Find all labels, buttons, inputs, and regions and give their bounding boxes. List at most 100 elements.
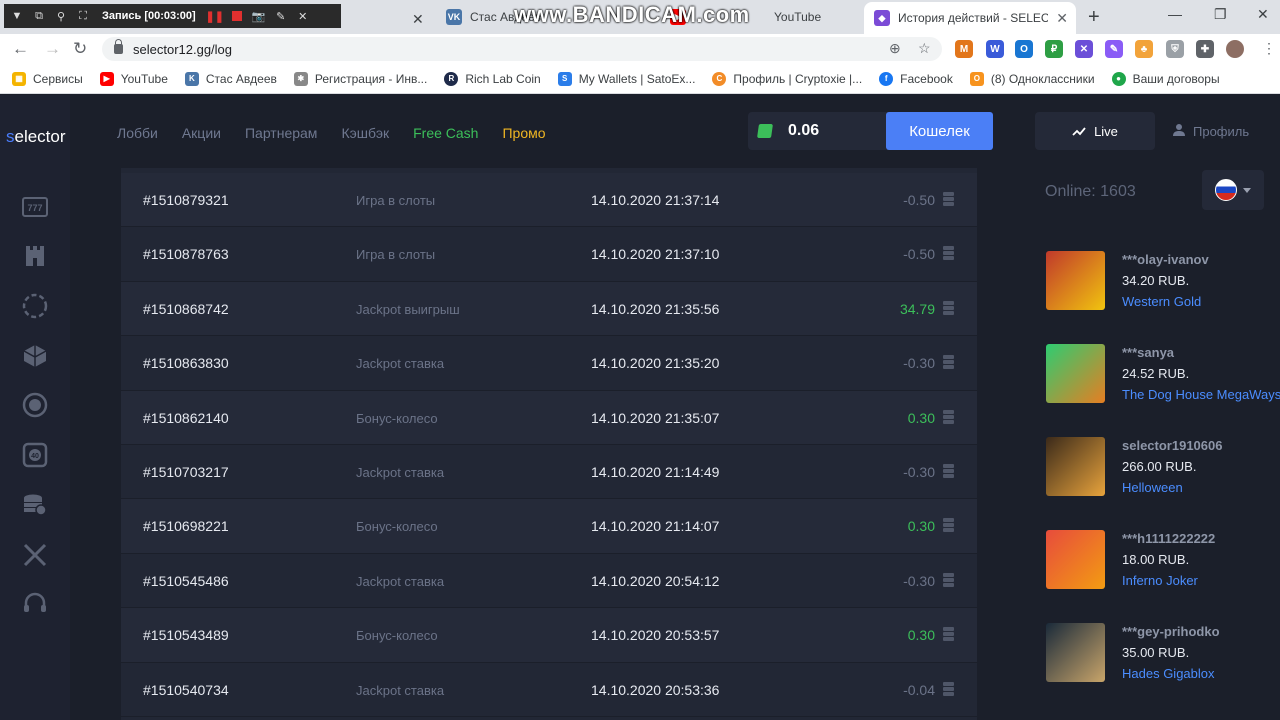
win-game-link[interactable]: Hades Gigablox bbox=[1122, 666, 1215, 681]
transaction-date: 14.10.2020 21:37:10 bbox=[591, 246, 720, 263]
puzzle-icon[interactable]: ✚ bbox=[1196, 40, 1214, 58]
live-win-item[interactable]: ***olay-ivanov 34.20 RUB. Western Gold bbox=[1046, 251, 1280, 331]
metamask-icon[interactable]: M bbox=[955, 40, 973, 58]
back-icon[interactable]: ← bbox=[12, 39, 29, 59]
win-game-link[interactable]: The Dog House MegaWays bbox=[1122, 387, 1280, 402]
transaction-amount: -0.50 bbox=[903, 192, 935, 208]
pinwheel-icon: ✱ bbox=[293, 71, 308, 86]
bookmark-item[interactable]: C Профиль | Cryptoxie |... bbox=[712, 71, 862, 86]
slots-777-icon[interactable]: 777 bbox=[22, 194, 48, 220]
crossed-swords-icon[interactable] bbox=[22, 542, 48, 568]
svg-text:40: 40 bbox=[31, 453, 39, 460]
keno-40-icon[interactable]: 40 bbox=[22, 442, 48, 468]
live-win-item[interactable]: ***sanya 24.52 RUB. The Dog House MegaWays bbox=[1046, 344, 1280, 424]
avatar[interactable] bbox=[1226, 40, 1244, 58]
dice-icon[interactable] bbox=[22, 343, 48, 369]
camera-icon[interactable]: 📷 bbox=[252, 9, 266, 23]
window-mode-icon[interactable]: ⧉ bbox=[32, 9, 46, 23]
extension-icon[interactable]: ✕ bbox=[1075, 40, 1093, 58]
wallet-button[interactable]: Кошелек bbox=[886, 112, 993, 150]
live-win-item[interactable]: selector1910606 266.00 RUB. Helloween bbox=[1046, 437, 1280, 517]
bookmark-item[interactable]: ▦ Сервисы bbox=[12, 71, 83, 86]
menu-promotions[interactable]: Акции bbox=[182, 125, 221, 141]
bookmark-item[interactable]: K Стас Авдеев bbox=[184, 71, 277, 86]
new-tab-icon[interactable]: + bbox=[1088, 6, 1100, 29]
transaction-table: #1510879321 Игра в слоты 14.10.2020 21:37:… bbox=[121, 173, 977, 717]
pencil-icon[interactable]: ✎ bbox=[274, 9, 288, 23]
menu-lobby[interactable]: Лобби bbox=[117, 125, 158, 141]
ok-icon: О bbox=[969, 71, 984, 86]
bookmark-item[interactable]: О (8) Одноклассники bbox=[969, 71, 1095, 86]
bookmark-label: (8) Одноклассники bbox=[990, 71, 1095, 86]
transaction-id: #1510703217 bbox=[143, 463, 229, 480]
dropdown-arrow-icon[interactable]: ▼ bbox=[10, 9, 24, 23]
target-icon[interactable] bbox=[22, 392, 48, 418]
win-game-link[interactable]: Helloween bbox=[1122, 480, 1183, 495]
live-win-item[interactable]: ***gey-prihodko 35.00 RUB. Hades Gigablox bbox=[1046, 623, 1280, 703]
game-thumbnail[interactable] bbox=[1046, 530, 1105, 589]
ruble-extension-icon[interactable]: ₽ bbox=[1045, 40, 1063, 58]
close-tab-icon[interactable]: ✕ bbox=[1056, 10, 1068, 27]
bookmark-item[interactable]: S My Wallets | SatoEx... bbox=[557, 71, 695, 86]
language-select[interactable] bbox=[1202, 170, 1264, 210]
game-thumbnail[interactable] bbox=[1046, 251, 1105, 310]
close-icon[interactable]: ✕ bbox=[296, 9, 310, 23]
pause-icon[interactable]: ❚❚ bbox=[206, 9, 224, 23]
search-icon[interactable]: ⚲ bbox=[54, 9, 68, 23]
shield-icon[interactable]: ⛨ bbox=[1166, 40, 1184, 58]
live-win-item[interactable]: ***h1111222222 18.00 RUB. Inferno Joker bbox=[1046, 530, 1280, 610]
user-icon bbox=[1173, 123, 1185, 139]
headset-icon[interactable] bbox=[22, 591, 48, 617]
logo-text: elector bbox=[14, 127, 66, 146]
tab-selector[interactable]: ◆ История действий - SELECTOR ✕ bbox=[864, 2, 1076, 34]
reload-icon[interactable]: ↻ bbox=[73, 39, 87, 59]
game-thumbnail[interactable] bbox=[1046, 623, 1105, 682]
win-username: ***h1111222222 bbox=[1122, 531, 1216, 546]
url-input[interactable]: selector12.gg/log bbox=[102, 37, 942, 61]
bookmark-item[interactable]: ▶ YouTube bbox=[99, 71, 168, 86]
bookmark-label: Rich Lab Coin bbox=[465, 71, 541, 86]
castle-icon[interactable] bbox=[22, 243, 48, 269]
close-window-icon[interactable]: ✕ bbox=[1257, 6, 1269, 23]
menu-cashback[interactable]: Кэшбэк bbox=[341, 125, 389, 141]
recorder-toolbar: ▼ ⧉ ⚲ ⛶ Запись [00:03:00] ❚❚ 📷 ✎ ✕ bbox=[4, 4, 341, 28]
menu-partners[interactable]: Партнерам bbox=[245, 125, 317, 141]
site-logo[interactable]: selector bbox=[6, 127, 66, 147]
minimize-icon[interactable]: — bbox=[1168, 6, 1182, 22]
stop-icon[interactable] bbox=[230, 9, 244, 23]
game-thumbnail[interactable] bbox=[1046, 437, 1105, 496]
wheel-icon[interactable] bbox=[22, 293, 48, 319]
pen-extension-icon[interactable]: ✎ bbox=[1105, 40, 1123, 58]
game-thumbnail[interactable] bbox=[1046, 344, 1105, 403]
restore-icon[interactable]: ❐ bbox=[1214, 6, 1227, 23]
transaction-amount: -0.30 bbox=[903, 463, 935, 480]
menu-free-cash[interactable]: Free Cash bbox=[413, 125, 478, 141]
fullscreen-icon[interactable]: ⛶ bbox=[76, 9, 90, 23]
table-row: #1510862140 Бонус-колесо 14.10.2020 21:35:… bbox=[121, 390, 977, 445]
menu-dots-icon[interactable]: ⋮ bbox=[1262, 40, 1276, 57]
transaction-type: Бонус-колесо bbox=[356, 628, 438, 644]
forward-icon[interactable]: → bbox=[44, 39, 61, 59]
extension-icon[interactable]: ♣ bbox=[1135, 40, 1153, 58]
close-tab-icon[interactable]: ✕ bbox=[412, 6, 424, 32]
menu-promo[interactable]: Промо bbox=[502, 125, 545, 141]
recording-timer: Запись [00:03:00] bbox=[102, 10, 196, 22]
zoom-icon[interactable]: ⊕ bbox=[889, 40, 901, 57]
bookmark-item[interactable]: ● Ваши договоры bbox=[1111, 71, 1220, 86]
tab-profile[interactable]: Профиль bbox=[1173, 112, 1280, 150]
bookmark-item[interactable]: R Rich Lab Coin bbox=[444, 71, 541, 86]
extension-icon[interactable]: W bbox=[986, 40, 1004, 58]
tab-live[interactable]: Live bbox=[1035, 112, 1155, 150]
win-game-link[interactable]: Inferno Joker bbox=[1122, 573, 1198, 588]
bookmark-item[interactable]: f Facebook bbox=[879, 71, 953, 86]
extension-icon[interactable]: O bbox=[1015, 40, 1033, 58]
table-row: #1510879321 Игра в слоты 14.10.2020 21:37:… bbox=[121, 173, 977, 228]
transaction-id: #1510698221 bbox=[143, 518, 229, 535]
bookmark-item[interactable]: ✱ Регистрация - Инв... bbox=[293, 71, 427, 86]
youtube-icon: ▶ bbox=[99, 71, 114, 86]
bookmark-label: Facebook bbox=[900, 71, 953, 86]
star-icon[interactable]: ☆ bbox=[918, 40, 931, 57]
transaction-date: 14.10.2020 21:35:56 bbox=[591, 300, 720, 317]
coins-stack-icon[interactable] bbox=[22, 492, 48, 518]
win-game-link[interactable]: Western Gold bbox=[1122, 294, 1201, 309]
